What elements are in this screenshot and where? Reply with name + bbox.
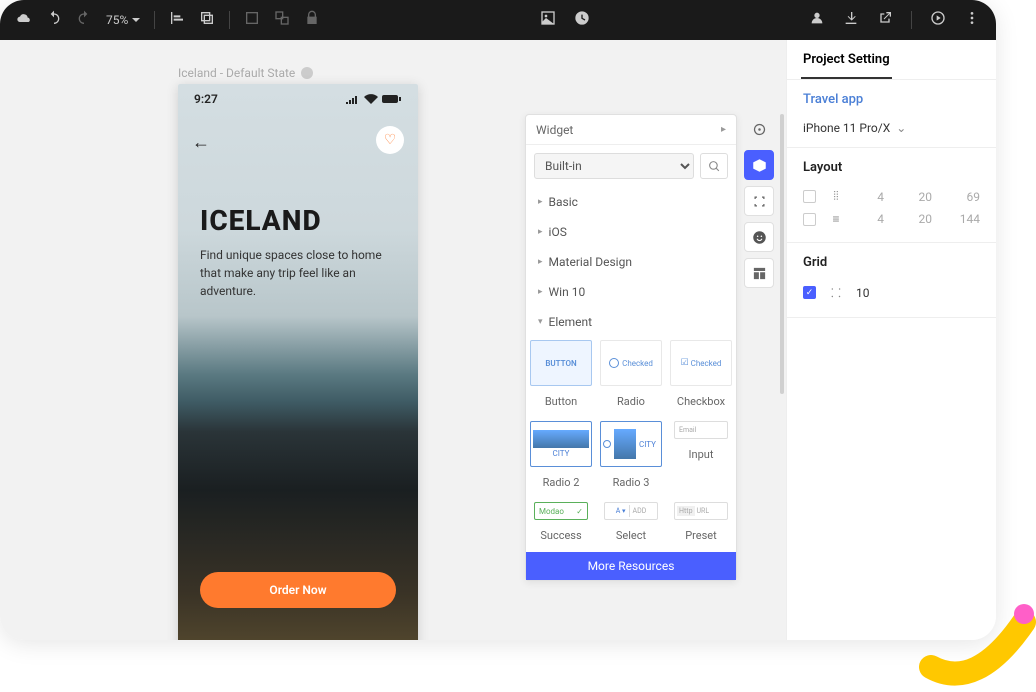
- more-icon[interactable]: [964, 10, 980, 30]
- zoom-control[interactable]: 75%: [106, 13, 140, 27]
- widget-item-button[interactable]: BUTTONButton: [526, 337, 596, 418]
- screens-icon[interactable]: [199, 10, 215, 30]
- layout-row-columns: ⦙⦙ 42069: [803, 185, 980, 208]
- cloud-sync-icon[interactable]: [16, 10, 32, 30]
- hero-subtitle: Find unique spaces close to home that ma…: [200, 246, 388, 300]
- widget-item-radio2[interactable]: CITYRadio 2: [526, 418, 596, 499]
- components-icon[interactable]: [744, 150, 774, 180]
- grid-icon: ⸬: [828, 284, 844, 301]
- lock-icon[interactable]: [304, 10, 320, 30]
- artboard-phone[interactable]: 9:27 ← ♡ ICELAND Find unique spaces clos…: [178, 84, 418, 640]
- category-material[interactable]: Material Design: [526, 247, 736, 277]
- more-resources-button[interactable]: More Resources: [526, 552, 736, 580]
- layout-title: Layout: [803, 160, 980, 175]
- scrollbar[interactable]: [780, 114, 784, 394]
- widget-item-radio[interactable]: CheckedRadio: [596, 337, 666, 418]
- widget-panel: Widget▸ Built-in Basic iOS Material Desi…: [525, 114, 737, 581]
- back-icon[interactable]: ←: [192, 132, 210, 153]
- signal-icons: [346, 94, 402, 104]
- category-element[interactable]: Element: [526, 307, 736, 337]
- image-icon[interactable]: [540, 10, 556, 30]
- category-win10[interactable]: Win 10: [526, 277, 736, 307]
- widget-header[interactable]: Widget▸: [526, 115, 736, 145]
- layout-icon[interactable]: [744, 258, 774, 288]
- canvas[interactable]: Iceland - Default State 9:27 ← ♡ ICELAND…: [0, 40, 786, 640]
- category-ios[interactable]: iOS: [526, 217, 736, 247]
- user-icon[interactable]: [809, 10, 825, 30]
- group-icon[interactable]: [244, 10, 260, 30]
- widget-item-select[interactable]: A ▾ADDSelect: [596, 499, 666, 552]
- heart-button[interactable]: ♡: [376, 126, 404, 154]
- search-button[interactable]: [700, 153, 728, 179]
- widget-item-checkbox[interactable]: CheckedCheckbox: [666, 337, 736, 418]
- project-name[interactable]: Travel app: [803, 92, 980, 107]
- align-icon[interactable]: [169, 10, 185, 30]
- panel-header: Project Setting: [801, 40, 892, 79]
- share-icon[interactable]: [877, 10, 893, 30]
- grid-row: ✓ ⸬ 10: [803, 280, 980, 305]
- brand-swoosh: [916, 562, 1036, 692]
- device-select[interactable]: iPhone 11 Pro/X: [803, 121, 980, 135]
- right-panel: Project Setting Travel app iPhone 11 Pro…: [786, 40, 996, 640]
- undo-icon[interactable]: [46, 10, 62, 30]
- ungroup-icon[interactable]: [274, 10, 290, 30]
- widget-item-preset[interactable]: HttpURLPreset: [666, 499, 736, 552]
- download-icon[interactable]: [843, 10, 859, 30]
- order-button[interactable]: Order Now: [200, 572, 396, 608]
- time: 9:27: [194, 92, 218, 106]
- redo-icon[interactable]: [76, 10, 92, 30]
- columns-checkbox[interactable]: [803, 190, 816, 203]
- layout-row-rows: ≡ 420144: [803, 208, 980, 230]
- gear-icon[interactable]: [301, 67, 313, 79]
- grid-title: Grid: [803, 255, 980, 270]
- grid-checkbox[interactable]: ✓: [803, 286, 816, 299]
- rows-checkbox[interactable]: [803, 213, 816, 226]
- category-basic[interactable]: Basic: [526, 187, 736, 217]
- frame-icon[interactable]: [744, 186, 774, 216]
- rows-icon: ≡: [828, 212, 844, 226]
- emoji-icon[interactable]: [744, 222, 774, 252]
- artboard-label[interactable]: Iceland - Default State: [178, 66, 313, 80]
- tool-rail: [744, 114, 776, 288]
- widget-item-success[interactable]: Modao✓Success: [526, 499, 596, 552]
- play-icon[interactable]: [930, 10, 946, 30]
- target-icon[interactable]: [744, 114, 774, 144]
- statusbar: 9:27: [178, 84, 418, 114]
- hero-title: ICELAND: [200, 204, 322, 237]
- widget-item-input[interactable]: EmailInput: [666, 418, 736, 499]
- widget-item-radio3[interactable]: CITYRadio 3: [596, 418, 666, 499]
- library-select[interactable]: Built-in: [534, 153, 694, 179]
- history-icon[interactable]: [574, 10, 590, 30]
- topbar: 75%: [0, 0, 996, 40]
- columns-icon: ⦙⦙: [828, 189, 844, 204]
